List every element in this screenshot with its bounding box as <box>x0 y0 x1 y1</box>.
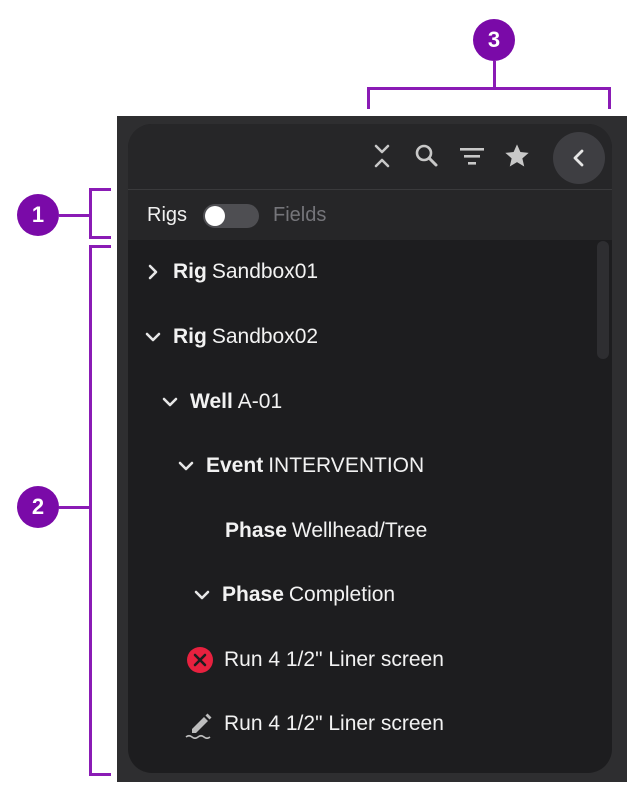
tree-row-type: Phase <box>222 583 284 606</box>
chevron-right-icon[interactable] <box>143 262 163 282</box>
callout-bracket-3-left <box>367 87 370 109</box>
callout-bracket-1 <box>89 188 92 239</box>
tree-row-type: Well <box>190 390 233 413</box>
tree-row-run-liner-screen-error[interactable]: Run 4 1/2" Liner screen <box>185 640 444 680</box>
tree-row-event-intervention[interactable]: Event INTERVENTION <box>176 446 424 486</box>
callout-bracket-2-bottom <box>89 773 111 776</box>
toggle-label-rigs[interactable]: Rigs <box>147 204 187 227</box>
tree-row-name: Wellhead/Tree <box>291 519 428 542</box>
tree-row-name: Completion <box>288 583 396 606</box>
tree-row-phase-wellhead-tree[interactable]: Phase Wellhead/Tree <box>225 511 427 551</box>
callout-badge-1: 1 <box>17 194 59 236</box>
tree-row-phase-completion[interactable]: Phase Completion <box>192 575 395 615</box>
view-toggle-row <box>128 190 612 240</box>
error-x-icon <box>185 645 215 675</box>
tree-row-run-liner-screen-edit[interactable]: Run 4 1/2" Liner screen <box>185 704 444 744</box>
toolbar <box>128 124 612 190</box>
chevron-down-icon[interactable] <box>143 327 163 347</box>
pencil-edit-icon <box>185 709 215 739</box>
collapse-all-icon[interactable] <box>364 138 400 174</box>
callout-bracket-1-top <box>89 188 111 191</box>
tree-row-rig-sandbox01[interactable]: Rig Sandbox01 <box>143 252 318 292</box>
search-icon[interactable] <box>409 138 445 174</box>
navigator-panel: Rigs Fields Rig Sandbox01 Rig Sandbox02 We… <box>128 124 612 773</box>
tree-row-name: Sandbox02 <box>211 325 319 348</box>
tree-row-rig-sandbox02[interactable]: Rig Sandbox02 <box>143 317 318 357</box>
tree-row-type: Rig <box>173 260 207 283</box>
callout-line-1 <box>59 214 91 217</box>
callout-badge-3: 3 <box>473 19 515 61</box>
star-icon[interactable] <box>499 138 535 174</box>
tree-row-name: INTERVENTION <box>268 454 425 477</box>
chevron-left-icon <box>571 148 587 168</box>
tree-scrollbar[interactable] <box>597 241 609 359</box>
chevron-down-icon[interactable] <box>192 585 212 605</box>
chevron-down-icon[interactable] <box>176 456 196 476</box>
callout-bracket-3 <box>367 87 611 90</box>
switch-knob <box>205 206 225 226</box>
tree-row-type: Phase <box>225 519 287 542</box>
callout-line-3 <box>493 61 496 88</box>
tree-row-name: Run 4 1/2" Liner screen <box>224 712 444 735</box>
callout-line-2 <box>59 506 91 509</box>
tree-row-name: Run 4 1/2" Liner screen <box>224 648 444 671</box>
callout-bracket-3-right <box>608 87 611 109</box>
callout-bracket-1-bottom <box>89 236 111 239</box>
collapse-panel-button[interactable] <box>553 132 605 184</box>
rigs-fields-switch[interactable] <box>203 204 259 228</box>
chevron-down-icon[interactable] <box>160 392 180 412</box>
tree-row-well-a01[interactable]: Well A-01 <box>160 382 282 422</box>
callout-bracket-2 <box>89 245 92 776</box>
toggle-label-fields[interactable]: Fields <box>273 204 326 227</box>
filter-icon[interactable] <box>454 138 490 174</box>
tree-row-name: A-01 <box>237 390 283 413</box>
tree-row-type: Event <box>206 454 264 477</box>
tree-view: Rig Sandbox01 Rig Sandbox02 Well A-01 Event… <box>128 240 612 773</box>
tree-row-name: Sandbox01 <box>211 260 319 283</box>
tree-row-type: Rig <box>173 325 207 348</box>
callout-bracket-2-top <box>89 245 111 248</box>
callout-badge-2: 2 <box>17 486 59 528</box>
